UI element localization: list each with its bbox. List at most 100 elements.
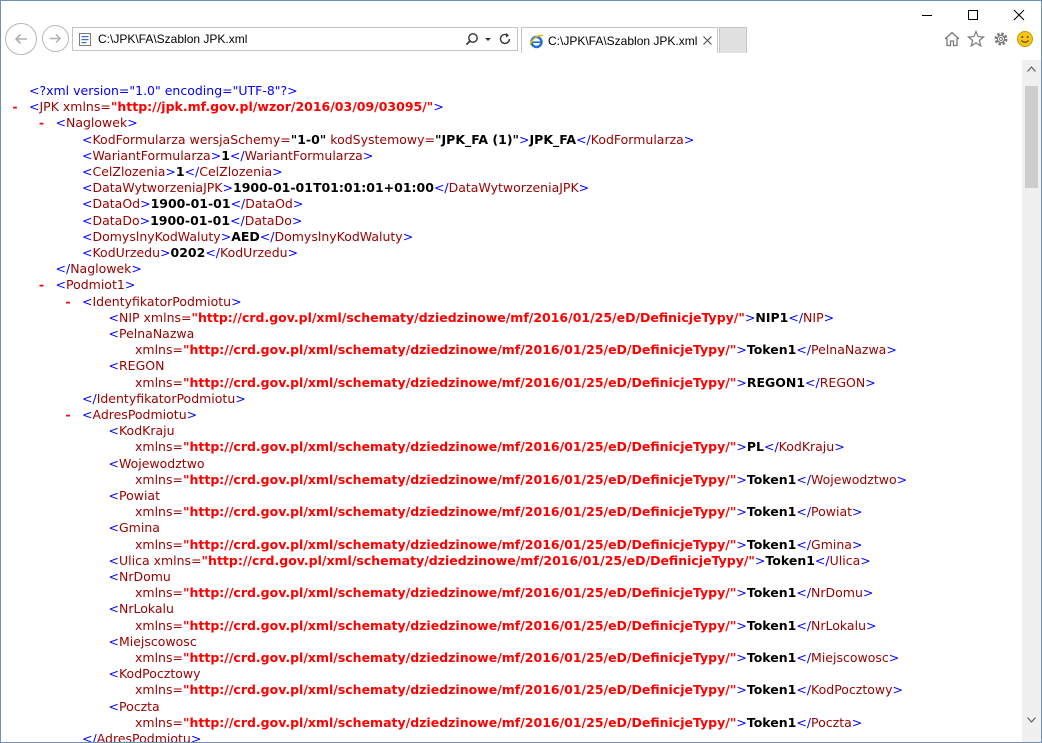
xml-token: AdresPodmiotu xyxy=(96,731,191,742)
xml-token: > xyxy=(865,374,876,390)
xml-token: < xyxy=(82,196,93,212)
xml-token: Token1 xyxy=(765,552,815,568)
xml-token: > xyxy=(165,164,176,179)
xml-code: <Miejscowosc xyxy=(109,634,197,650)
xml-token: DataOd xyxy=(245,196,293,212)
xml-token: < xyxy=(108,455,119,471)
xml-code: <REGON xyxy=(109,358,165,374)
xml-token: </ xyxy=(576,131,591,147)
settings-button[interactable] xyxy=(991,29,1011,49)
scroll-thumb[interactable] xyxy=(1025,86,1038,188)
xml-token: AdresPodmiotu xyxy=(92,407,187,422)
xml-token: < xyxy=(108,698,119,714)
xml-token: > xyxy=(140,196,151,212)
xml-token: REGON xyxy=(118,358,165,374)
collapse-toggle[interactable]: - xyxy=(36,277,48,293)
xml-token: </ xyxy=(796,585,812,601)
xml-token: > xyxy=(744,309,756,325)
xml-code: <Naglowek> xyxy=(56,115,138,131)
xml-code: <KodPocztowy xyxy=(109,666,201,682)
xml-token: 1 xyxy=(175,164,185,179)
xml-code: <WariantFormularza>1</WariantFormularza> xyxy=(82,148,373,164)
xml-token: Poczta xyxy=(118,698,160,714)
xml-token: AED xyxy=(231,228,260,244)
xml-token: Gmina xyxy=(811,536,852,552)
xml-token: "http://crd.gov.pl/xml/schematy/dziedzin… xyxy=(182,682,737,698)
xml-token: > xyxy=(852,504,863,520)
xml-token: xmlns= xyxy=(135,471,183,487)
ie-logo-icon xyxy=(529,34,544,49)
xml-code: <CelZlozenia>1</CelZlozenia> xyxy=(82,164,283,180)
xml-token: CelZlozenia xyxy=(199,164,273,179)
xml-token: xmlns= xyxy=(135,439,183,455)
maximize-button[interactable] xyxy=(950,0,996,30)
xml-token: </ xyxy=(796,617,812,633)
close-window-button[interactable] xyxy=(996,0,1042,30)
xml-code: xmlns="http://crd.gov.pl/xml/schematy/dz… xyxy=(135,342,897,358)
scroll-down-button[interactable] xyxy=(1022,711,1041,729)
xml-token: < xyxy=(82,212,93,228)
xml-token: < xyxy=(82,131,93,147)
xml-code: xmlns="http://crd.gov.pl/xml/schematy/dz… xyxy=(135,375,876,391)
xml-token: Token1 xyxy=(746,536,797,552)
xml-token: KodUrzedu xyxy=(220,245,288,260)
xml-token: Token1 xyxy=(746,714,797,730)
xml-token: < xyxy=(108,601,119,617)
xml-token: > xyxy=(220,228,232,244)
xml-token: Powiat xyxy=(118,488,160,503)
xml-token: Wojewodztwo xyxy=(118,455,205,471)
home-button[interactable] xyxy=(942,29,962,49)
xml-token: < xyxy=(82,228,93,244)
xml-token: > xyxy=(222,180,233,196)
search-icon[interactable] xyxy=(465,32,479,46)
xml-token: JPK_FA xyxy=(529,131,577,147)
vertical-scrollbar[interactable] xyxy=(1022,60,1041,742)
collapse-toggle[interactable]: - xyxy=(9,99,21,115)
xml-code: <KodUrzedu>0202</KodUrzedu> xyxy=(82,245,298,261)
new-tab-button[interactable] xyxy=(719,27,747,53)
collapse-toggle[interactable]: - xyxy=(62,407,74,423)
collapse-toggle[interactable]: - xyxy=(36,115,48,131)
feedback-button[interactable] xyxy=(1015,29,1035,49)
xml-token: > xyxy=(736,342,747,358)
xml-token: "http://crd.gov.pl/xml/schematy/dziedzin… xyxy=(182,714,737,730)
address-url[interactable]: C:\JPK\FA\Szablon JPK.xml xyxy=(98,32,247,46)
gear-icon xyxy=(994,32,1008,46)
minimize-icon xyxy=(922,15,932,16)
xml-token: < xyxy=(82,164,93,179)
xml-token: > xyxy=(886,342,897,358)
close-tab-icon[interactable] xyxy=(702,35,713,46)
favorites-button[interactable] xyxy=(966,29,986,49)
xml-token: "http://crd.gov.pl/xml/schematy/dziedzin… xyxy=(182,374,737,390)
xml-token: xmlns= xyxy=(135,585,183,601)
xml-token: > xyxy=(231,293,242,309)
xml-token: > xyxy=(866,617,877,633)
xml-token: Token1 xyxy=(746,650,797,665)
xml-token: </ xyxy=(796,504,812,520)
xml-token: "http://crd.gov.pl/xml/schematy/dziedzin… xyxy=(182,439,737,455)
chevron-down-icon[interactable] xyxy=(483,32,493,46)
xml-token: xmlns= xyxy=(135,374,183,390)
xml-token: > xyxy=(754,552,766,568)
xml-token: NIP xyxy=(803,309,824,325)
refresh-icon[interactable] xyxy=(498,32,512,46)
xml-token: < xyxy=(108,569,119,584)
address-bar[interactable]: C:\JPK\FA\Szablon JPK.xml xyxy=(72,27,518,51)
xml-token: > xyxy=(888,650,900,665)
xml-token: DataOd xyxy=(92,196,141,212)
forward-button[interactable] xyxy=(42,25,69,52)
xml-token: Miejscowosc xyxy=(118,633,197,649)
xml-token: > xyxy=(519,131,530,147)
back-button[interactable] xyxy=(5,23,37,55)
xml-token: KodUrzedu xyxy=(92,245,161,260)
collapse-toggle[interactable]: - xyxy=(62,294,74,310)
xml-token: DataWytworzeniaJPK xyxy=(92,180,223,196)
xml-token: > xyxy=(402,228,414,244)
minimize-button[interactable] xyxy=(904,0,950,30)
tab-szablon-jpk[interactable]: C:\JPK\FA\Szablon JPK.xml xyxy=(521,27,718,53)
xml-token: > xyxy=(851,714,863,730)
xml-token: Token1 xyxy=(746,585,797,601)
xml-token: </ xyxy=(796,682,812,698)
xml-token: NrLokalu xyxy=(118,601,174,617)
scroll-up-button[interactable] xyxy=(1022,60,1041,78)
